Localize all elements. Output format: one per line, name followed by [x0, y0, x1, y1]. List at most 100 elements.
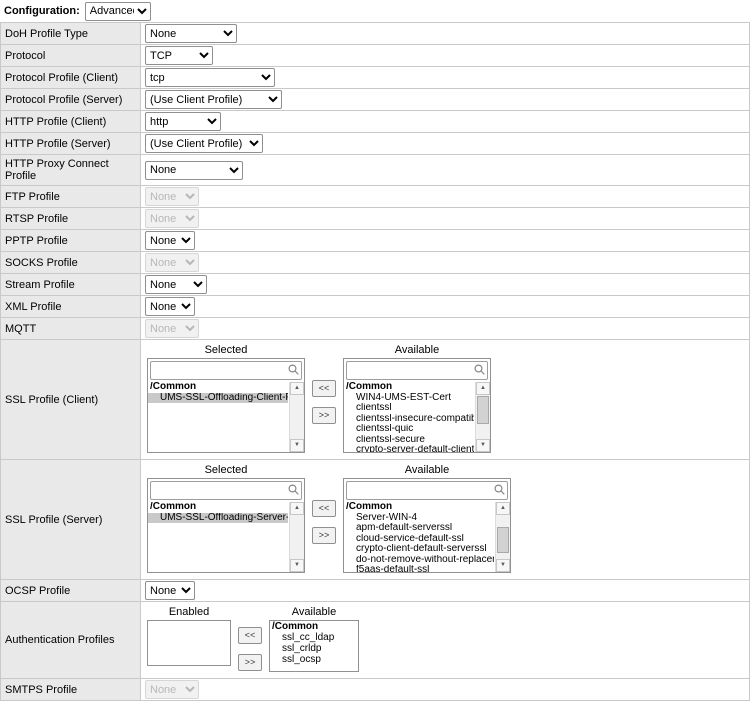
ssl-server-duallist: Selected /Common UMS-SSL-Offloading-Serv… — [147, 463, 511, 573]
auth-duallist: Enabled << >> Available /Common ssl_cc_l… — [147, 605, 359, 672]
move-to-enabled-button[interactable]: << — [238, 627, 262, 644]
row-socks-profile: SOCKS Profile None — [1, 252, 749, 274]
move-to-selected-button[interactable]: << — [312, 500, 336, 517]
auth-available-header: Available — [292, 605, 336, 620]
scroll-down-icon[interactable]: ▼ — [290, 559, 304, 572]
stream-profile-field: None — [141, 274, 749, 295]
list-item[interactable]: WIN4-UMS-EST-Cert — [344, 393, 474, 404]
xml-profile-field: None — [141, 296, 749, 317]
ftp-profile-select: None — [145, 187, 199, 206]
scroll-track[interactable] — [496, 515, 510, 559]
scroll-thumb[interactable] — [497, 527, 509, 553]
scroll-track[interactable] — [476, 395, 490, 439]
http-profile-server-select[interactable]: (Use Client Profile) — [145, 134, 263, 153]
row-pptp-profile: PPTP Profile None — [1, 230, 749, 252]
list-item[interactable]: ssl_crldp — [270, 643, 358, 654]
list-item-selected[interactable]: UMS-SSL-Offloading-Server-Profile — [148, 513, 288, 524]
protocol-profile-client-select[interactable]: tcp — [145, 68, 275, 87]
ssl-server-move-buttons: << >> — [312, 500, 336, 544]
http-profile-client-select[interactable]: http — [145, 112, 221, 131]
ssl-profile-server-label: SSL Profile (Server) — [1, 460, 141, 579]
scroll-down-icon[interactable]: ▼ — [496, 559, 510, 572]
row-protocol-profile-server: Protocol Profile (Server) (Use Client Pr… — [1, 89, 749, 111]
ssl-client-available-box: /Common WIN4-UMS-EST-Cert clientssl clie… — [343, 358, 491, 453]
xml-profile-select[interactable]: None — [145, 297, 195, 316]
doh-profile-type-select[interactable]: None — [145, 24, 237, 43]
scroll-up-icon[interactable]: ▲ — [476, 382, 490, 395]
list-item[interactable]: crypto-client-default-serverssl — [344, 544, 494, 555]
row-stream-profile: Stream Profile None — [1, 274, 749, 296]
ssl-server-available-list[interactable]: /Common Server-WIN-4 apm-default-servers… — [344, 502, 510, 572]
scroll-track[interactable] — [290, 395, 304, 439]
list-item[interactable]: clientssl — [344, 403, 474, 414]
ssl-client-selected-list[interactable]: /Common UMS-SSL-Offloading-Client-Profil… — [148, 382, 304, 452]
socks-profile-select: None — [145, 253, 199, 272]
http-proxy-connect-profile-select[interactable]: None — [145, 161, 243, 180]
scroll-down-icon[interactable]: ▼ — [290, 439, 304, 452]
row-xml-profile: XML Profile None — [1, 296, 749, 318]
stream-profile-select[interactable]: None — [145, 275, 207, 294]
ssl-client-duallist: Selected /Common UMS-SSL-Offloading-Clie… — [147, 343, 491, 453]
list-item[interactable]: ssl_cc_ldap — [270, 632, 358, 643]
scroll-thumb[interactable] — [477, 396, 489, 424]
scroll-up-icon[interactable]: ▲ — [290, 382, 304, 395]
protocol-profile-client-field: tcp — [141, 67, 749, 88]
http-proxy-connect-profile-field: None — [141, 155, 749, 185]
list-item[interactable]: clientssl-quic — [344, 424, 474, 435]
list-item[interactable]: clientssl-secure — [344, 435, 474, 446]
configuration-select[interactable]: Advanced — [85, 2, 151, 21]
scrollbar[interactable]: ▲ ▼ — [475, 382, 490, 452]
configuration-label: Configuration: — [4, 5, 80, 17]
protocol-profile-server-label: Protocol Profile (Server) — [1, 89, 141, 110]
list-item[interactable]: apm-default-serverssl — [344, 523, 494, 534]
smtps-profile-label: SMTPS Profile — [1, 679, 141, 700]
list-item[interactable]: crypto-server-default-clientssl — [344, 445, 474, 452]
pptp-profile-select[interactable]: None — [145, 231, 195, 250]
scrollbar[interactable]: ▲ ▼ — [289, 502, 304, 572]
ssl-server-available-search-input[interactable] — [346, 481, 508, 500]
auth-available-list[interactable]: /Common ssl_cc_ldap ssl_crldp ssl_ocsp — [269, 620, 359, 672]
protocol-select[interactable]: TCP — [145, 46, 213, 65]
scroll-up-icon[interactable]: ▲ — [290, 502, 304, 515]
list-group-common: /Common — [148, 382, 288, 393]
search-icon — [287, 483, 300, 501]
row-http-profile-server: HTTP Profile (Server) (Use Client Profil… — [1, 133, 749, 155]
protocol-profile-server-select[interactable]: (Use Client Profile) — [145, 90, 282, 109]
smtps-profile-field: None — [141, 679, 749, 700]
scroll-track[interactable] — [290, 515, 304, 559]
list-item-selected[interactable]: UMS-SSL-Offloading-Client-Profile — [148, 393, 288, 404]
scrollbar[interactable]: ▲ ▼ — [289, 382, 304, 452]
ssl-client-available-list[interactable]: /Common WIN4-UMS-EST-Cert clientssl clie… — [344, 382, 490, 452]
row-protocol: Protocol TCP — [1, 45, 749, 67]
doh-profile-type-label: DoH Profile Type — [1, 23, 141, 44]
ocsp-profile-field: None — [141, 580, 749, 601]
list-item[interactable]: cloud-service-default-ssl — [344, 534, 494, 545]
ocsp-profile-select[interactable]: None — [145, 581, 195, 600]
move-to-available-button[interactable]: >> — [238, 654, 262, 671]
authentication-profiles-field: Enabled << >> Available /Common ssl_cc_l… — [141, 602, 749, 678]
ssl-client-selected-search-input[interactable] — [150, 361, 302, 380]
row-http-proxy-connect-profile: HTTP Proxy Connect Profile None — [1, 155, 749, 186]
mqtt-select: None — [145, 319, 199, 338]
auth-enabled-list[interactable] — [147, 620, 231, 666]
move-to-available-button[interactable]: >> — [312, 407, 336, 424]
http-profile-server-field: (Use Client Profile) — [141, 133, 749, 154]
scrollbar[interactable]: ▲ ▼ — [495, 502, 510, 572]
ssl-profile-server-field: Selected /Common UMS-SSL-Offloading-Serv… — [141, 460, 749, 579]
list-item[interactable]: clientssl-insecure-compatible — [344, 414, 474, 425]
scroll-down-icon[interactable]: ▼ — [476, 439, 490, 452]
list-item[interactable]: do-not-remove-without-replacement — [344, 555, 494, 566]
protocol-field: TCP — [141, 45, 749, 66]
configuration-bar: Configuration: Advanced — [0, 0, 750, 22]
smtps-profile-select: None — [145, 680, 199, 699]
socks-profile-field: None — [141, 252, 749, 273]
scroll-up-icon[interactable]: ▲ — [496, 502, 510, 515]
ssl-server-selected-list[interactable]: /Common UMS-SSL-Offloading-Server-Profil… — [148, 502, 304, 572]
list-item[interactable]: f5aas-default-ssl — [344, 565, 494, 572]
move-to-available-button[interactable]: >> — [312, 527, 336, 544]
ssl-server-selected-search-input[interactable] — [150, 481, 302, 500]
move-to-selected-button[interactable]: << — [312, 380, 336, 397]
ssl-client-available-search-input[interactable] — [346, 361, 488, 380]
list-item[interactable]: Server-WIN-4 — [344, 513, 494, 524]
list-item[interactable]: ssl_ocsp — [270, 654, 358, 665]
